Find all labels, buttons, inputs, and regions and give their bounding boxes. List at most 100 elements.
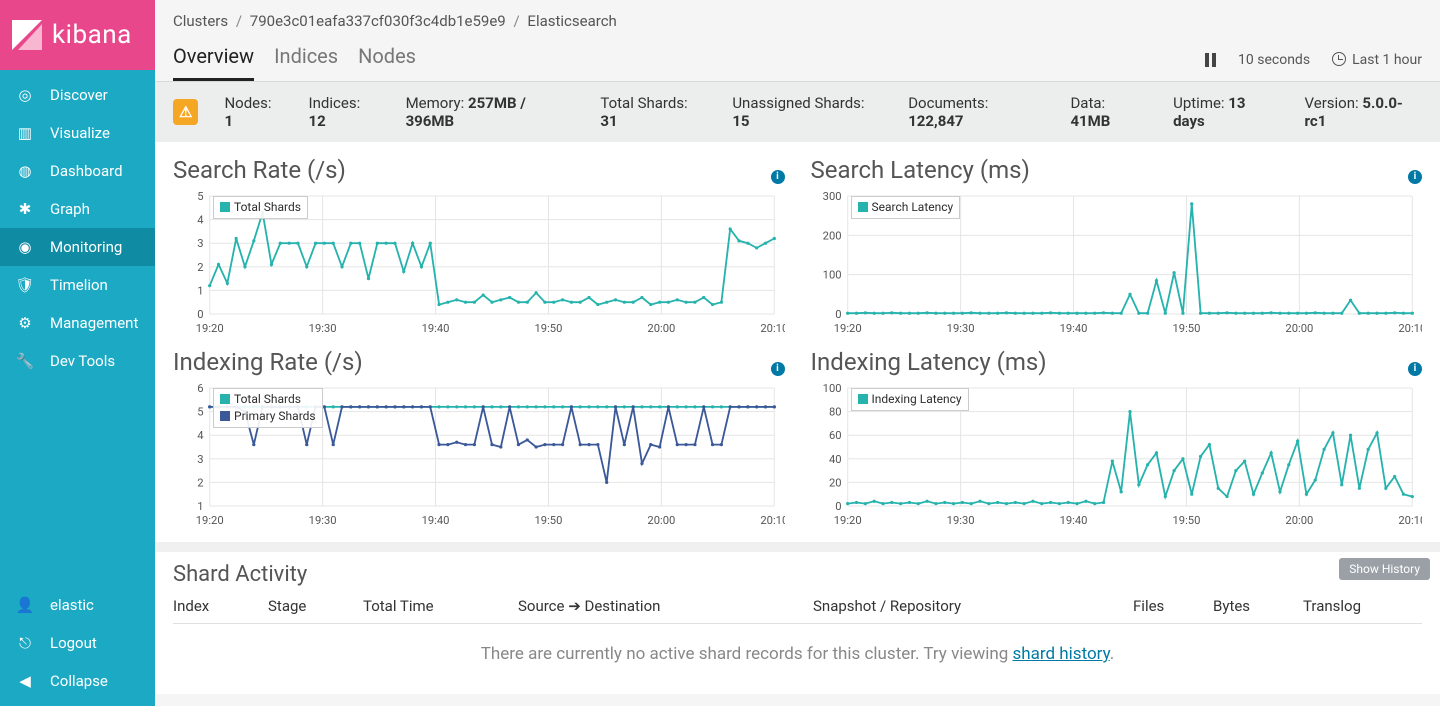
svg-text:60: 60 [828,429,841,442]
pause-icon[interactable] [1205,53,1216,67]
shard-activity-title: Shard Activity [173,562,1422,587]
svg-text:20:10: 20:10 [1398,322,1422,335]
svg-text:4: 4 [197,214,203,227]
info-icon[interactable]: i [1408,170,1422,184]
user-icon: 👤 [14,596,36,614]
stat-data: Data: 41MB [1070,94,1147,130]
svg-text:6: 6 [197,382,203,395]
chart-title: Indexing Rate (/s) [173,348,785,376]
svg-text:1: 1 [197,500,203,513]
sidebar-item-label: Dashboard [50,162,123,180]
graph-icon: ✱ [14,200,36,218]
tab-indices[interactable]: Indices [274,38,338,81]
svg-text:19:30: 19:30 [309,322,337,335]
shard-activity-section: Show History Shard Activity IndexStageTo… [155,542,1440,694]
nav-main: ◎Discover▥Visualize◍Dashboard✱Graph ◉ Moni… [0,70,155,586]
sidebar-item-visualize[interactable]: ▥Visualize [0,114,155,152]
info-icon[interactable]: i [771,362,785,376]
tab-nodes[interactable]: Nodes [358,38,416,81]
sidebar-item-label: Management [50,314,138,332]
refresh-interval[interactable]: 10 seconds [1238,52,1310,68]
sidebar-item-collapse[interactable]: ◀ Collapse [0,662,155,700]
devtools-icon: 🔧 [14,352,36,370]
breadcrumb-part[interactable]: 790e3c01eafa337cf030f3c4db1e59e9 [250,12,506,30]
svg-text:3: 3 [197,237,203,250]
app-logo[interactable]: kibana [0,0,155,70]
tabs-row: Overview Indices Nodes 10 seconds Last 1 h… [155,38,1440,82]
sidebar-item-management[interactable]: ⚙Management [0,304,155,342]
show-history-button[interactable]: Show History [1339,558,1430,580]
sidebar: kibana ◎Discover▥Visualize◍Dashboard✱Gra… [0,0,155,706]
breadcrumb-part[interactable]: Clusters [173,12,228,30]
sidebar-item-label: Discover [50,86,108,104]
svg-text:19:50: 19:50 [535,514,563,527]
svg-text:19:40: 19:40 [1059,514,1087,527]
visualize-icon: ▥ [14,124,36,142]
stats-bar: ⚠ Nodes: 1 Indices: 12 Memory: 257MB / 3… [155,82,1440,142]
svg-text:3: 3 [197,453,203,466]
shard-empty-message: There are currently no active shard reco… [173,624,1422,684]
chart-title: Search Rate (/s) [173,156,785,184]
svg-text:19:30: 19:30 [946,514,974,527]
stat-indices: Indices: 12 [309,94,380,130]
svg-text:19:20: 19:20 [196,322,224,335]
charts-grid: Search Rate (/s)iTotal Shards01234519:20… [155,142,1440,542]
shard-header: Files [1133,597,1213,615]
clock-icon [1332,52,1346,66]
svg-text:20:00: 20:00 [1285,322,1313,335]
svg-text:20:00: 20:00 [1285,514,1313,527]
time-range[interactable]: Last 1 hour [1332,52,1422,68]
chart-legend: Search Latency [851,196,961,219]
svg-text:19:50: 19:50 [1172,514,1200,527]
info-icon[interactable]: i [771,170,785,184]
sidebar-item-graph[interactable]: ✱Graph [0,190,155,228]
chart-legend: Indexing Latency [851,388,969,411]
breadcrumb-part[interactable]: Elasticsearch [527,12,616,30]
chart-title: Search Latency (ms) [811,156,1423,184]
shard-header: Snapshot / Repository [813,597,1133,615]
sidebar-item-discover[interactable]: ◎Discover [0,76,155,114]
svg-text:19:30: 19:30 [309,514,337,527]
sidebar-item-label: elastic [50,596,94,614]
sidebar-item-timelion[interactable]: 🛡Timelion [0,266,155,304]
svg-text:100: 100 [822,269,841,282]
svg-text:20:00: 20:00 [647,514,675,527]
sidebar-item-logout[interactable]: ⎋Logout [0,624,155,662]
shard-header: Bytes [1213,597,1303,615]
svg-text:19:50: 19:50 [535,322,563,335]
sidebar-item-label: Dev Tools [50,352,115,370]
svg-text:300: 300 [822,190,841,203]
sidebar-item-dashboard[interactable]: ◍Dashboard [0,152,155,190]
sidebar-item-user[interactable]: 👤 elastic [0,586,155,624]
svg-text:4: 4 [197,429,203,442]
chart-legend: Total ShardsPrimary Shards [213,388,323,428]
kibana-logo-icon [10,18,44,52]
svg-text:2: 2 [197,476,203,489]
svg-text:0: 0 [197,308,203,321]
svg-text:20:00: 20:00 [647,322,675,335]
app-name: kibana [52,20,132,50]
sidebar-item-monitoring[interactable]: ◉ Monitoring [0,228,155,266]
chart-search_rate: Search Rate (/s)iTotal Shards01234519:20… [173,156,785,340]
monitoring-icon: ◉ [14,238,36,256]
svg-text:19:50: 19:50 [1172,322,1200,335]
tabs: Overview Indices Nodes [173,38,416,81]
stat-version: Version: 5.0.0-rc1 [1305,94,1422,130]
svg-text:0: 0 [835,500,841,513]
sidebar-item-label: Collapse [50,672,108,690]
info-icon[interactable]: i [1408,362,1422,376]
timelion-icon: 🛡 [14,276,36,294]
svg-text:80: 80 [828,406,841,419]
shard-history-link[interactable]: shard history [1013,644,1110,664]
shard-header: Source ➔ Destination [518,597,813,615]
svg-text:100: 100 [822,382,841,395]
sidebar-item-devtools[interactable]: 🔧 Dev Tools [0,342,155,380]
warning-icon[interactable]: ⚠ [173,99,198,125]
svg-text:19:20: 19:20 [196,514,224,527]
tab-overview[interactable]: Overview [173,38,254,81]
svg-text:19:20: 19:20 [833,322,861,335]
sidebar-item-label: Monitoring [50,238,122,256]
collapse-icon: ◀ [14,672,36,690]
shard-header: Stage [268,597,363,615]
svg-text:5: 5 [197,406,203,419]
